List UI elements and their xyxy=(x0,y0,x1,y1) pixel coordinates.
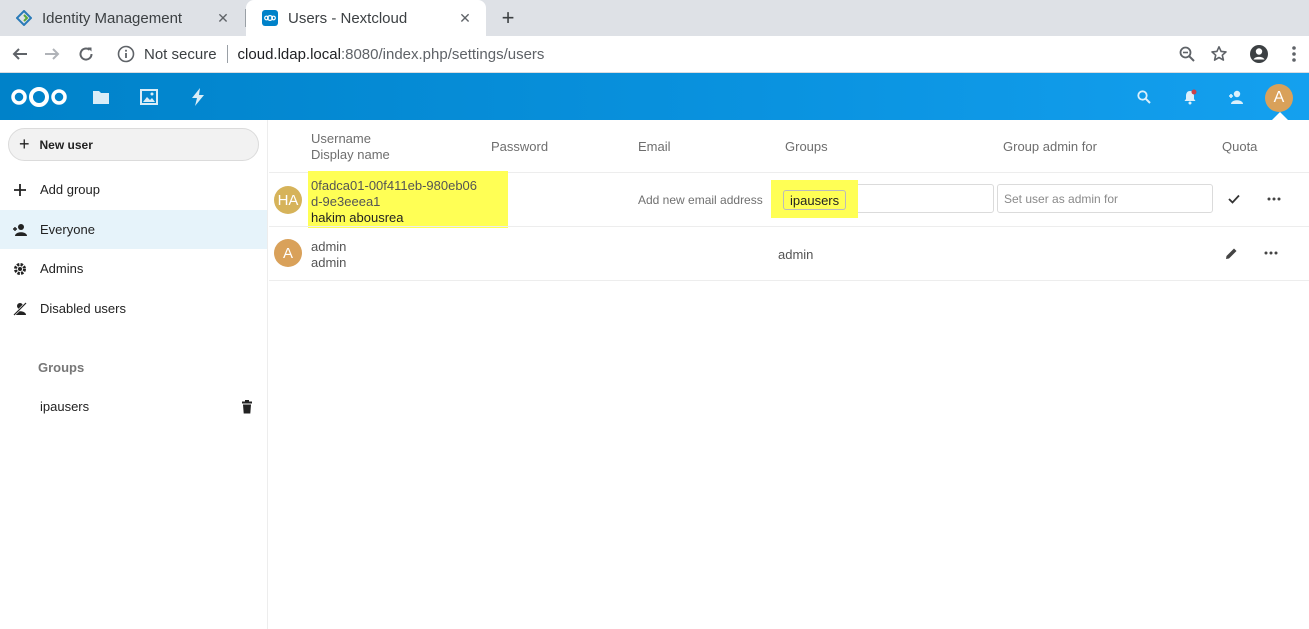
column-header-group-admin: Group admin for xyxy=(1003,139,1097,154)
sidebar-item-disabled-users[interactable]: Disabled users xyxy=(0,289,267,328)
sidebar-item-everyone[interactable]: Everyone xyxy=(0,210,267,249)
username: 0fadca01-00f411eb-980eb06 xyxy=(311,178,478,193)
nextcloud-header xyxy=(0,73,1309,120)
column-header-display-name: Display name xyxy=(311,147,390,162)
group-admin-select[interactable]: Set user as admin for xyxy=(997,184,1213,213)
display-name: admin xyxy=(311,255,347,270)
url-separator xyxy=(226,45,228,63)
users-sidebar: + New user Add group Everyone Admins Dis… xyxy=(0,120,268,629)
sidebar-item-admins[interactable]: Admins xyxy=(0,249,267,288)
address-bar[interactable]: Not secure cloud.ldap.local :8080/index.… xyxy=(104,40,1240,68)
freeipa-icon xyxy=(16,10,32,26)
activity-icon[interactable] xyxy=(188,87,208,107)
gear-icon xyxy=(12,261,28,277)
browser-menu-icon[interactable] xyxy=(1282,42,1306,66)
sidebar-group-ipausers[interactable]: ipausers xyxy=(0,387,267,426)
close-tab-icon[interactable]: ✕ xyxy=(456,9,474,27)
trash-icon[interactable] xyxy=(240,400,254,414)
username: admin xyxy=(311,239,347,254)
new-user-button[interactable]: + New user xyxy=(8,128,259,161)
tab-title: Users - Nextcloud xyxy=(288,9,408,27)
url-path: :8080/index.php/settings/users xyxy=(340,45,545,63)
column-header-password: Password xyxy=(491,139,549,154)
avatar: HA xyxy=(274,186,302,214)
profile-icon[interactable] xyxy=(1247,42,1271,66)
browser-tab-identity-management[interactable]: Identity Management ✕ xyxy=(0,0,244,36)
column-header-email: Email xyxy=(638,139,671,154)
forward-icon[interactable] xyxy=(40,42,64,66)
email-input[interactable]: Add new email address xyxy=(638,193,763,207)
users-table: Username Display name Password Email Gro… xyxy=(269,120,1309,629)
zoom-icon[interactable] xyxy=(1175,42,1199,66)
row-divider xyxy=(269,280,1309,281)
sidebar-item-label: Admins xyxy=(40,261,84,276)
bookmark-star-icon[interactable] xyxy=(1207,42,1231,66)
menu-caret xyxy=(1272,112,1288,120)
nextcloud-logo-icon[interactable] xyxy=(10,85,68,109)
browser-tab-users-nextcloud[interactable]: Users - Nextcloud ✕ xyxy=(246,0,486,36)
browser-tab-strip: Identity Management ✕ Users - Nextcloud … xyxy=(0,0,1309,36)
confirm-check-icon[interactable] xyxy=(1224,189,1244,209)
username-continued: d-9e3eeea1 xyxy=(311,194,381,209)
user-icon xyxy=(12,222,28,238)
photos-icon[interactable] xyxy=(139,87,159,107)
column-header-username: Username xyxy=(311,131,371,146)
security-label: Not secure xyxy=(144,45,217,63)
disabled-user-icon xyxy=(12,301,28,317)
close-tab-icon[interactable]: ✕ xyxy=(214,9,232,27)
notifications-icon[interactable] xyxy=(1180,87,1200,107)
sidebar-item-label: Everyone xyxy=(40,222,95,237)
more-actions-icon[interactable] xyxy=(1264,189,1284,209)
files-icon[interactable] xyxy=(91,87,111,107)
more-actions-icon[interactable] xyxy=(1261,243,1281,263)
back-icon[interactable] xyxy=(8,42,32,66)
column-header-quota: Quota xyxy=(1222,139,1258,154)
column-header-groups: Groups xyxy=(785,139,828,154)
contacts-icon[interactable] xyxy=(1226,87,1246,107)
plus-icon xyxy=(12,182,28,198)
user-menu-avatar[interactable]: A xyxy=(1265,84,1293,112)
info-icon[interactable] xyxy=(116,44,136,64)
sidebar-item-label: Disabled users xyxy=(40,301,126,316)
url-host: cloud.ldap.local xyxy=(237,45,341,63)
groups-value: admin xyxy=(778,247,814,262)
browser-toolbar: Not secure cloud.ldap.local :8080/index.… xyxy=(0,36,1309,73)
new-user-label: New user xyxy=(39,137,93,152)
group-tag[interactable]: ipausers xyxy=(783,190,847,210)
plus-icon: + xyxy=(19,134,30,154)
add-group-button[interactable]: Add group xyxy=(0,170,267,209)
tab-title: Identity Management xyxy=(42,9,183,27)
groups-caption: Groups xyxy=(38,360,85,375)
avatar: A xyxy=(274,239,302,267)
reload-icon[interactable] xyxy=(74,42,98,66)
search-icon[interactable] xyxy=(1134,87,1154,107)
new-tab-button[interactable]: + xyxy=(496,5,520,30)
edit-pencil-icon[interactable] xyxy=(1221,243,1241,263)
row-divider xyxy=(269,226,1309,227)
add-group-label: Add group xyxy=(40,182,100,197)
display-name[interactable]: hakim abousrea xyxy=(311,210,404,225)
nextcloud-icon xyxy=(262,10,278,26)
sidebar-group-label: ipausers xyxy=(40,399,90,414)
